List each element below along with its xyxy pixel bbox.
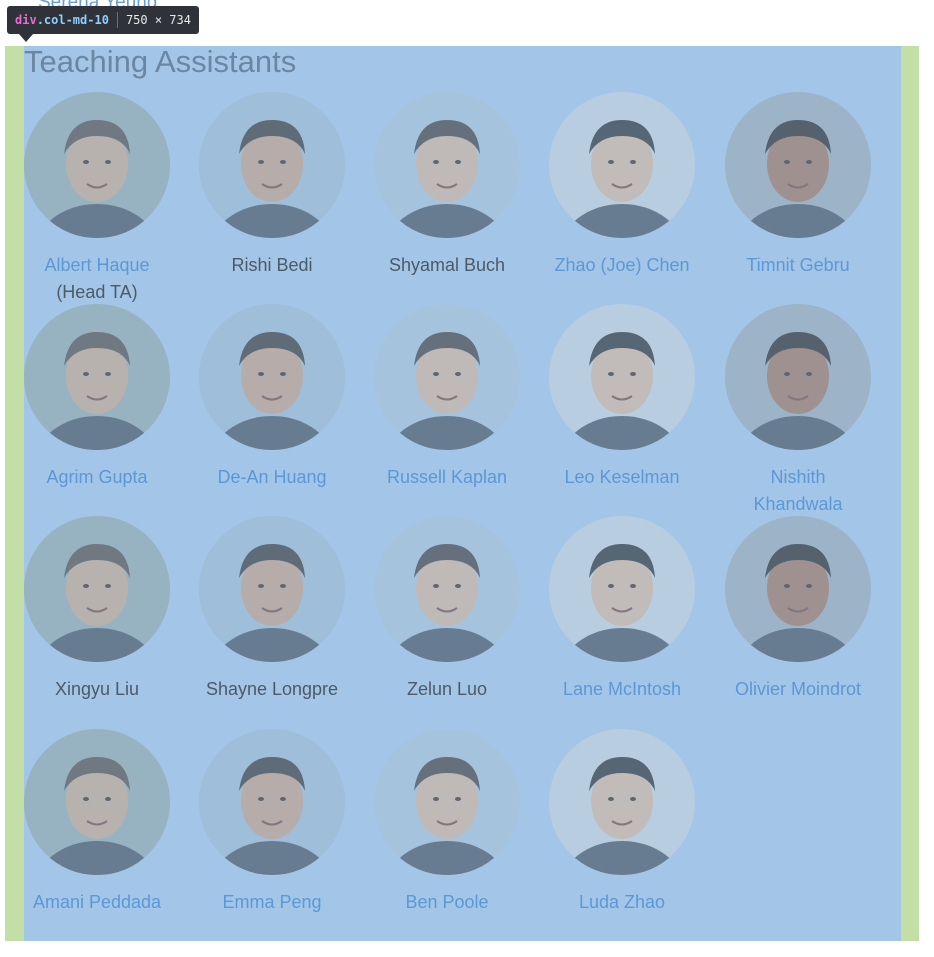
ta-name[interactable]: Albert Haque [24, 252, 170, 279]
ta-name[interactable]: Emma Peng [199, 889, 345, 916]
ta-name[interactable]: De-An Huang [199, 464, 345, 491]
ta-portrait-photo[interactable] [24, 304, 170, 450]
ta-name[interactable]: Luda Zhao [549, 889, 695, 916]
tooltip-arrow [19, 34, 33, 42]
ta-card: Rishi Bedi [199, 92, 345, 279]
ta-card[interactable]: Nishith Khandwala [725, 304, 871, 518]
ta-card: Xingyu Liu [24, 516, 170, 703]
ta-portrait-photo [374, 92, 520, 238]
page: Serena Yeung div.col-md-10 750 × 734 Tea… [0, 0, 934, 957]
ta-portrait-photo[interactable] [549, 516, 695, 662]
ta-card[interactable]: Amani Peddada [24, 729, 170, 916]
ta-portrait-photo[interactable] [374, 729, 520, 875]
ta-card[interactable]: Timnit Gebru [725, 92, 871, 279]
ta-portrait-photo [24, 516, 170, 662]
ta-card[interactable]: Luda Zhao [549, 729, 695, 916]
ta-card: Shyamal Buch [374, 92, 520, 279]
ta-portrait-photo[interactable] [374, 304, 520, 450]
ta-portrait-photo[interactable] [549, 304, 695, 450]
ta-name[interactable]: Leo Keselman [549, 464, 695, 491]
ta-name[interactable]: Amani Peddada [24, 889, 170, 916]
ta-name[interactable]: Ben Poole [374, 889, 520, 916]
ta-portrait-photo[interactable] [725, 92, 871, 238]
ta-name[interactable]: Nishith Khandwala [725, 464, 871, 518]
ta-name[interactable]: Agrim Gupta [24, 464, 170, 491]
ta-portrait-photo [199, 516, 345, 662]
section-title: Teaching Assistants [24, 44, 297, 79]
ta-name: Rishi Bedi [231, 255, 313, 275]
ta-name: Shyamal Buch [388, 255, 506, 275]
ta-card[interactable]: Albert Haque (Head TA) [24, 92, 170, 306]
tooltip-class: .col-md-10 [36, 13, 109, 27]
ta-card[interactable]: Emma Peng [199, 729, 345, 916]
ta-name: Shayne Longpre [205, 679, 339, 699]
ta-name: Zelun Luo [406, 679, 488, 699]
ta-portrait-photo[interactable] [725, 516, 871, 662]
ta-portrait-photo[interactable] [549, 729, 695, 875]
ta-portrait-photo[interactable] [725, 304, 871, 450]
ta-name[interactable]: Zhao (Joe) Chen [549, 252, 695, 279]
ta-card[interactable]: Leo Keselman [549, 304, 695, 491]
ta-name: Xingyu Liu [54, 679, 140, 699]
ta-card: Shayne Longpre [199, 516, 345, 703]
ta-card[interactable]: Lane McIntosh [549, 516, 695, 703]
ta-name[interactable]: Russell Kaplan [374, 464, 520, 491]
ta-name[interactable]: Lane McIntosh [549, 676, 695, 703]
tooltip-divider [116, 12, 118, 28]
ta-portrait-photo [199, 92, 345, 238]
ta-card[interactable]: Agrim Gupta [24, 304, 170, 491]
ta-portrait-photo[interactable] [199, 304, 345, 450]
ta-portrait-photo[interactable] [199, 729, 345, 875]
tooltip-dimensions: 750 × 734 [125, 13, 191, 27]
ta-card[interactable]: Russell Kaplan [374, 304, 520, 491]
ta-role: (Head TA) [56, 282, 138, 302]
ta-card[interactable]: Olivier Moindrot [725, 516, 871, 703]
tooltip-tag: div [15, 13, 37, 27]
ta-name[interactable]: Olivier Moindrot [725, 676, 871, 703]
ta-portrait-photo[interactable] [549, 92, 695, 238]
ta-card: Zelun Luo [374, 516, 520, 703]
ta-portrait-photo[interactable] [24, 92, 170, 238]
ta-portrait-photo[interactable] [24, 729, 170, 875]
ta-portrait-photo [374, 516, 520, 662]
devtools-element-tooltip: div .col-md-10 750 × 734 [7, 6, 199, 34]
ta-card[interactable]: De-An Huang [199, 304, 345, 491]
ta-name[interactable]: Timnit Gebru [725, 252, 871, 279]
ta-card[interactable]: Ben Poole [374, 729, 520, 916]
ta-card[interactable]: Zhao (Joe) Chen [549, 92, 695, 279]
